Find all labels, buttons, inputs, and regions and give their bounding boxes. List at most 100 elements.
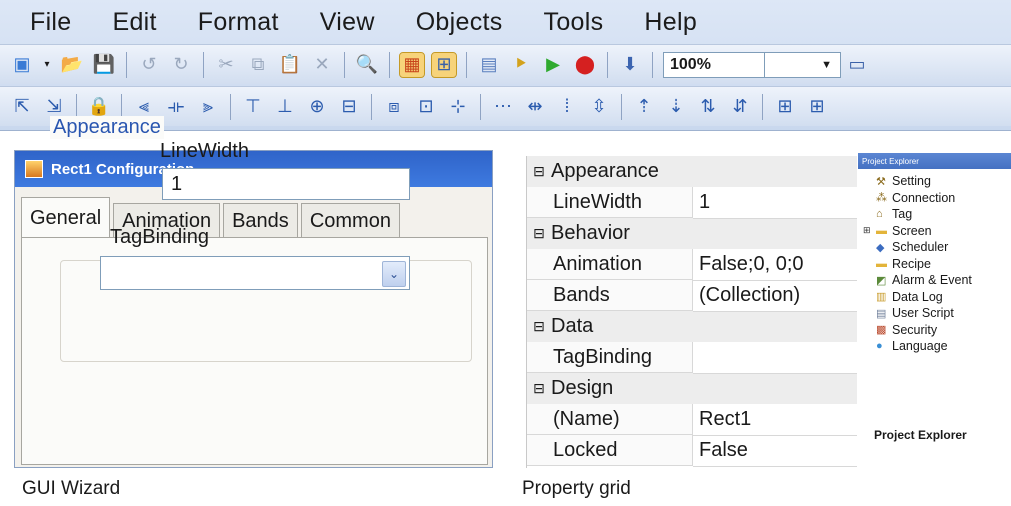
tree-item-label: Screen <box>892 223 932 238</box>
lock-icon[interactable]: 🔒 <box>87 95 111 119</box>
property-value[interactable]: 1 <box>693 187 857 219</box>
window-icon[interactable]: ▭ <box>845 53 869 77</box>
order2-icon[interactable]: ⇵ <box>728 95 752 119</box>
category-row[interactable]: ⊟ Design <box>527 373 857 404</box>
property-row[interactable]: LineWidth 1 <box>527 187 857 219</box>
menu-tools[interactable]: Tools <box>544 8 604 37</box>
stop-icon[interactable]: ⬤ <box>573 53 597 77</box>
paste-icon[interactable]: 📋 <box>278 53 302 77</box>
tree-item-connection[interactable]: ⁂ Connection <box>858 190 1011 207</box>
run-icon[interactable]: ▶ <box>541 53 565 77</box>
find-icon[interactable]: 🔍 <box>355 53 379 77</box>
expand2-icon[interactable]: ⊞ <box>805 95 829 119</box>
tree-item-setting[interactable]: ⚒ Setting <box>858 173 1011 190</box>
menu-objects[interactable]: Objects <box>416 8 503 37</box>
tab-general[interactable]: General <box>21 197 111 238</box>
open-folder-icon[interactable]: 📂 <box>60 53 84 77</box>
property-value[interactable]: (Collection) <box>693 280 857 312</box>
tree-item-user-script[interactable]: ▤ User Script <box>858 305 1011 322</box>
menu-file[interactable]: File <box>30 8 71 37</box>
zoom-combo[interactable]: 100% <box>663 51 765 78</box>
property-row[interactable]: Locked False <box>527 435 857 467</box>
send-back-icon[interactable]: ⇲ <box>42 95 66 119</box>
align-left-icon[interactable]: ⫷ <box>132 95 156 119</box>
property-name: LineWidth <box>527 187 693 218</box>
tree-item-label: Recipe <box>892 256 931 271</box>
center-h-icon[interactable]: ⊕ <box>305 95 329 119</box>
collapse-icon[interactable]: ⊟ <box>527 380 551 397</box>
property-value[interactable] <box>693 342 857 374</box>
order-up-icon[interactable]: ⇡ <box>632 95 656 119</box>
snap-icon[interactable]: ⊞ <box>431 51 457 78</box>
bring-front-icon[interactable]: ⇱ <box>10 95 34 119</box>
delete-icon[interactable]: ✕ <box>310 53 334 77</box>
menu-format[interactable]: Format <box>198 8 279 37</box>
space-h2-icon[interactable]: ⇹ <box>523 95 547 119</box>
menu-edit[interactable]: Edit <box>112 8 156 37</box>
category-row[interactable]: ⊟ Data <box>527 311 857 342</box>
tree-item-scheduler[interactable]: ◆ Scheduler <box>858 239 1011 256</box>
chevron-down-icon[interactable]: ⌄ <box>382 261 406 287</box>
tree-item-label: Data Log <box>892 289 943 304</box>
undo-icon[interactable]: ↺ <box>137 53 161 77</box>
tree-item-alarm-event[interactable]: ◩ Alarm & Event <box>858 272 1011 289</box>
screen-icon[interactable]: ▤ <box>477 53 501 77</box>
connection-icon: ⁂ <box>876 192 887 205</box>
center-v-icon[interactable]: ⊟ <box>337 95 361 119</box>
property-row[interactable]: Animation False;0, 0;0 <box>527 249 857 281</box>
same-size-icon[interactable]: ⧈ <box>382 95 406 119</box>
property-value[interactable]: Rect1 <box>693 404 857 436</box>
category-label: Appearance <box>551 160 659 182</box>
toolbar-separator <box>344 51 345 78</box>
tree-item-label: User Script <box>892 306 954 321</box>
align-center-icon[interactable]: ⟛ <box>164 95 188 119</box>
align-top-icon[interactable]: ⊤ <box>241 95 265 119</box>
linewidth-input[interactable]: 1 <box>162 168 410 200</box>
align-bottom-icon[interactable]: ⊥ <box>273 95 297 119</box>
tagbinding-select[interactable]: ⌄ <box>100 256 410 290</box>
category-row[interactable]: ⊟ Behavior <box>527 218 857 249</box>
expand-icon[interactable]: ⊞ <box>773 95 797 119</box>
cut-icon[interactable]: ✂ <box>214 53 238 77</box>
category-label: Design <box>551 377 614 399</box>
build-icon[interactable]: ⯈ <box>509 53 533 77</box>
tree-item-tag[interactable]: ⌂ Tag <box>858 206 1011 223</box>
align-right-icon[interactable]: ⫸ <box>196 95 220 119</box>
space-h-icon[interactable]: ⋯ <box>491 95 515 119</box>
collapse-icon[interactable]: ⊟ <box>527 163 551 180</box>
collapse-icon[interactable]: ⊟ <box>527 225 551 242</box>
tree-item-language[interactable]: ● Language <box>858 338 1011 355</box>
grid-icon[interactable]: ▦ <box>399 51 425 78</box>
copy-icon[interactable]: ⧉ <box>246 53 270 77</box>
dropdown-arrow-icon[interactable]: ▾ <box>42 53 52 77</box>
category-row[interactable]: ⊟ Appearance <box>527 156 857 187</box>
tree-item-screen[interactable]: ⊞ ▬ Screen <box>858 223 1011 240</box>
group-icon[interactable]: ⊡ <box>414 95 438 119</box>
order-down-icon[interactable]: ⇣ <box>664 95 688 119</box>
download-icon[interactable]: ⬇ <box>618 53 642 77</box>
space-v-icon[interactable]: ⁞ <box>555 95 579 119</box>
ungroup-icon[interactable]: ⊹ <box>446 95 470 119</box>
language-icon: ● <box>876 340 883 353</box>
tab-common[interactable]: Common <box>300 203 400 238</box>
tree-item-recipe[interactable]: ▬ Recipe <box>858 256 1011 273</box>
property-row[interactable]: (Name) Rect1 <box>527 404 857 436</box>
expand-icon[interactable]: ⊞ <box>863 225 871 236</box>
folder-icon: ▬ <box>876 224 887 237</box>
new-icon[interactable]: ▣ <box>10 53 34 77</box>
property-row[interactable]: Bands (Collection) <box>527 280 857 312</box>
property-value[interactable]: False;0, 0;0 <box>693 249 857 281</box>
space-v2-icon[interactable]: ⇳ <box>587 95 611 119</box>
property-row[interactable]: TagBinding <box>527 342 857 374</box>
property-value[interactable]: False <box>693 435 857 467</box>
collapse-icon[interactable]: ⊟ <box>527 318 551 335</box>
tree-item-data-log[interactable]: ▥ Data Log <box>858 289 1011 306</box>
zoom-dropdown-arrow-icon[interactable]: ▼ <box>765 51 841 78</box>
redo-icon[interactable]: ↻ <box>169 53 193 77</box>
order-icon[interactable]: ⇅ <box>696 95 720 119</box>
menu-help[interactable]: Help <box>644 8 697 37</box>
tab-bands[interactable]: Bands <box>223 203 298 238</box>
menu-view[interactable]: View <box>320 8 375 37</box>
save-icon[interactable]: 💾 <box>92 53 116 77</box>
tree-item-security[interactable]: ▩ Security <box>858 322 1011 339</box>
